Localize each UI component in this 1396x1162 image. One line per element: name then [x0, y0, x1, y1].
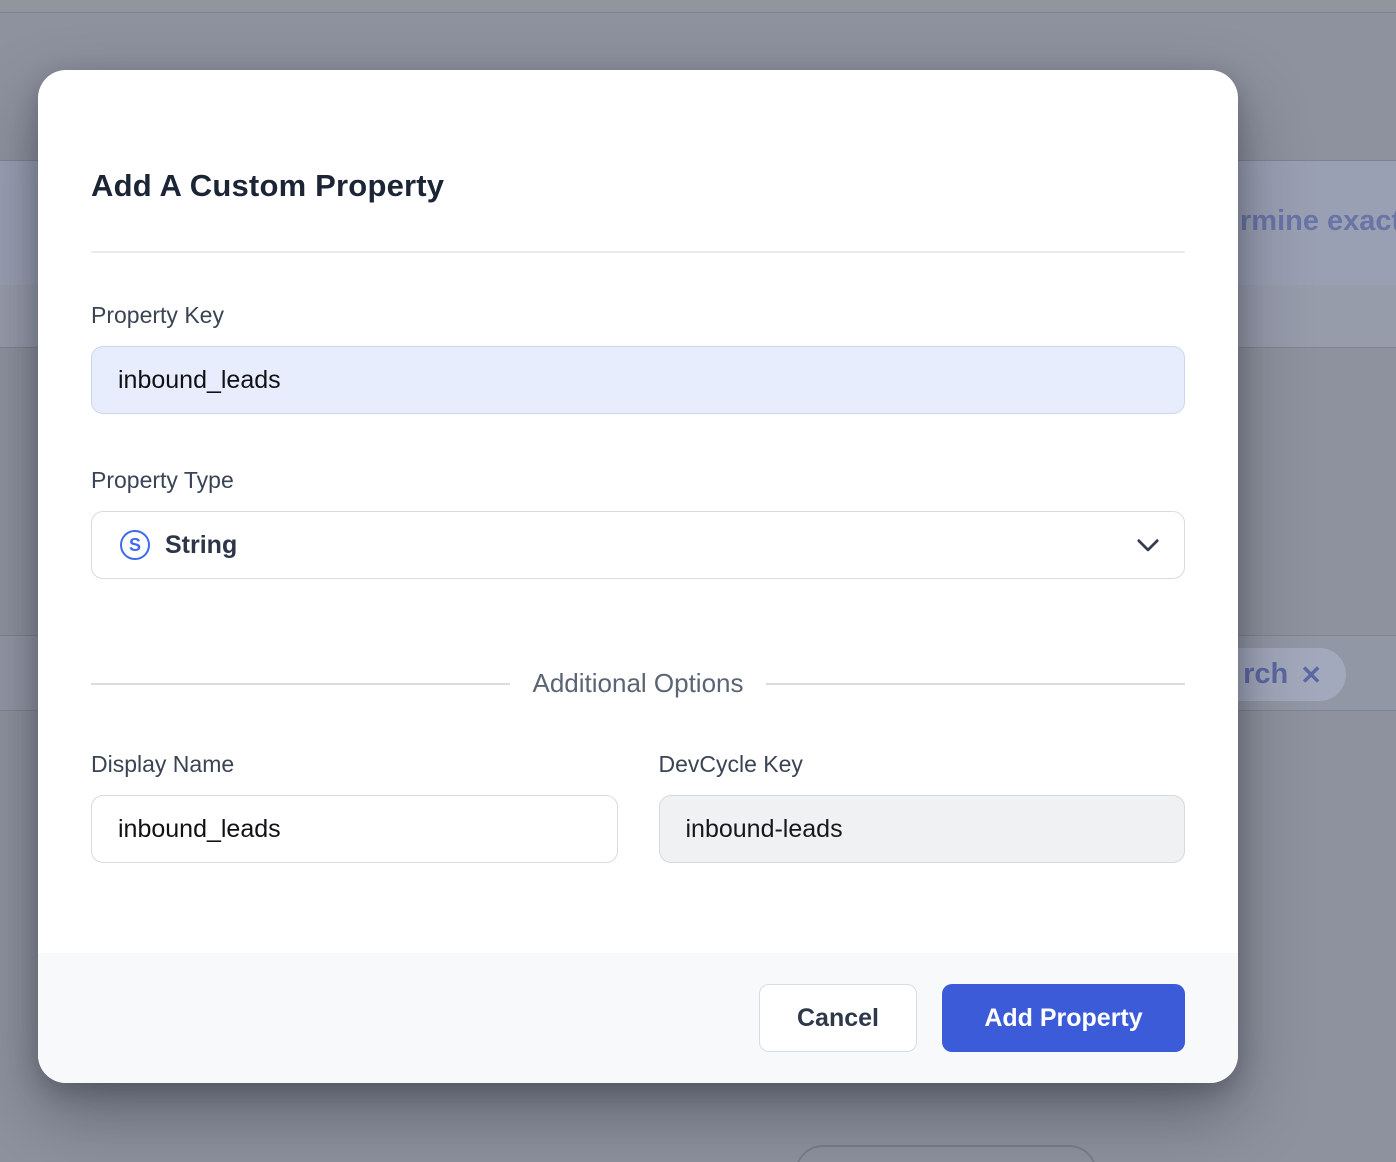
additional-options-divider: Additional Options [91, 668, 1185, 699]
title-divider [91, 251, 1185, 253]
background-truncated-text: rmine exact [1240, 205, 1396, 238]
property-type-value: String [165, 531, 1140, 560]
devcycle-key-label: DevCycle Key [659, 749, 1186, 779]
add-custom-property-modal: Add A Custom Property Property Key Prope… [38, 70, 1238, 1083]
display-name-input[interactable] [91, 795, 618, 863]
property-key-label: Property Key [91, 300, 1185, 330]
close-icon: ✕ [1300, 662, 1322, 688]
devcycle-key-input [659, 795, 1186, 863]
background-top-band [0, 0, 1396, 13]
background-bottom-button-outline [795, 1145, 1097, 1162]
filter-chip-label: rch [1243, 658, 1288, 691]
property-type-select[interactable]: S String [91, 511, 1185, 579]
additional-options-label: Additional Options [532, 668, 743, 699]
chevron-down-icon [1137, 529, 1160, 552]
add-property-button[interactable]: Add Property [942, 984, 1185, 1052]
cancel-button[interactable]: Cancel [759, 984, 917, 1052]
modal-footer: Cancel Add Property [38, 953, 1238, 1083]
property-type-label: Property Type [91, 465, 1185, 495]
string-type-icon: S [120, 530, 150, 560]
modal-title: Add A Custom Property [91, 166, 1185, 206]
display-name-label: Display Name [91, 749, 618, 779]
devcycle-key-field-group: DevCycle Key [659, 749, 1186, 863]
property-key-input[interactable] [91, 346, 1185, 414]
display-name-field-group: Display Name [91, 749, 618, 863]
